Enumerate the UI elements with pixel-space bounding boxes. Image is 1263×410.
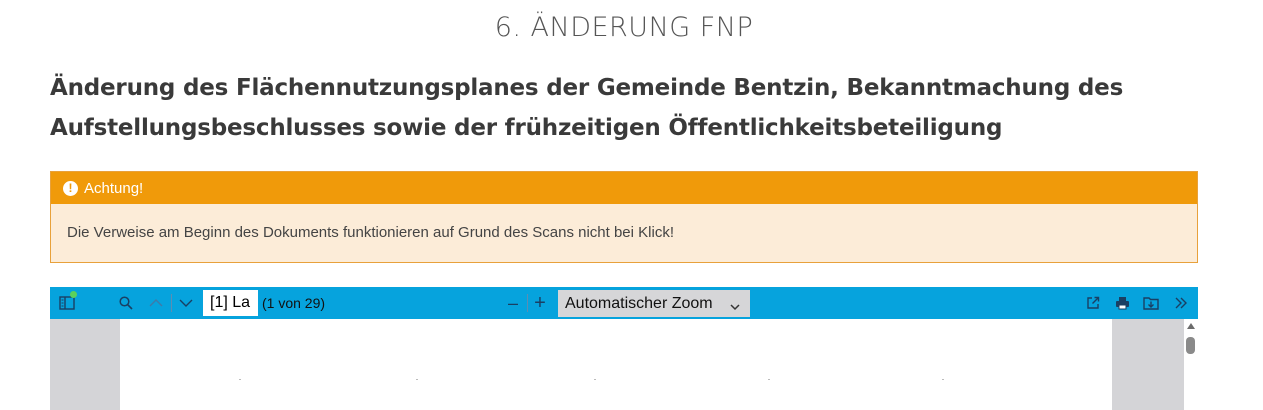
zoom-out-icon[interactable]: – (504, 287, 522, 319)
alert-title: Achtung! (84, 179, 144, 197)
zoom-select[interactable]: Automatischer Zoom (558, 290, 750, 317)
open-external-icon[interactable] (1083, 287, 1103, 319)
search-icon[interactable] (116, 287, 136, 319)
previous-page-icon[interactable] (146, 287, 166, 319)
print-icon[interactable] (1112, 287, 1132, 319)
next-page-icon[interactable] (176, 287, 196, 319)
scan-speck (942, 379, 944, 380)
scroll-thumb[interactable] (1186, 337, 1195, 354)
scroll-up-icon[interactable] (1187, 323, 1195, 329)
toolbar-separator (527, 294, 528, 312)
toolbar-separator (171, 294, 172, 312)
page-number-input[interactable]: [1] La (203, 290, 258, 316)
alert-message: Die Verweise am Beginn des Dokuments fun… (67, 224, 674, 241)
scan-speck (416, 379, 418, 380)
scan-speck (239, 379, 241, 380)
zoom-in-icon[interactable]: + (531, 287, 549, 319)
alert-header: ! Achtung! (51, 172, 1197, 204)
page-title: 6. ÄNDERUNG FNP (494, 12, 754, 43)
tools-menu-icon[interactable] (1171, 287, 1191, 319)
article-headline: Änderung des Flächennutzungsplanes der G… (50, 75, 1124, 141)
viewer-scrollbar[interactable] (1184, 319, 1198, 410)
zoom-value: Automatischer Zoom (565, 294, 713, 312)
scan-speck (768, 379, 770, 380)
scan-speck (594, 379, 596, 380)
page-count: (1 von 29) (262, 295, 326, 311)
pdf-viewer: [1] La (1 von 29) – + Automatischer Zoom (50, 287, 1198, 410)
pdf-page (120, 319, 1112, 410)
chevron-down-icon (730, 298, 740, 316)
pdf-toolbar: [1] La (1 von 29) – + Automatischer Zoom (50, 287, 1198, 319)
notification-dot (70, 291, 77, 298)
download-icon[interactable] (1141, 287, 1161, 319)
exclamation-icon: ! (63, 180, 78, 196)
warning-alert: ! Achtung! Die Verweise am Beginn des Do… (50, 171, 1198, 263)
